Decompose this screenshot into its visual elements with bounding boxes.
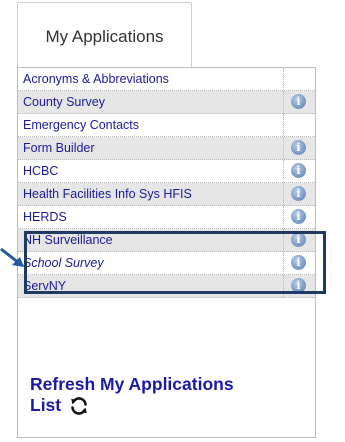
refresh-icon[interactable]: [69, 396, 89, 416]
application-row: HERDS i: [18, 206, 315, 229]
applications-panel: Acronyms & Abbreviations County Survey i Em…: [17, 67, 316, 438]
application-row: Emergency Contacts: [18, 114, 315, 137]
refresh-label-line1: Refresh My Applications: [30, 374, 234, 394]
application-name-cell: Health Facilities Info Sys HFIS: [18, 183, 284, 205]
tab-label: My Applications: [45, 27, 164, 46]
application-link[interactable]: Form Builder: [23, 141, 95, 155]
application-link[interactable]: HCBC: [23, 164, 58, 178]
application-name-cell: County Survey: [18, 91, 284, 113]
application-row: School Survey i: [18, 252, 315, 275]
refresh-applications-link[interactable]: Refresh My Applications List: [30, 374, 310, 416]
application-row: County Survey i: [18, 91, 315, 114]
info-icon[interactable]: i: [291, 186, 306, 201]
info-icon[interactable]: i: [291, 278, 306, 293]
application-name-cell: HCBC: [18, 160, 284, 182]
application-link[interactable]: Acronyms & Abbreviations: [23, 72, 169, 86]
application-row: NH Surveillance i: [18, 229, 315, 252]
refresh-label-line2: List: [30, 395, 62, 415]
application-name-cell: NH Surveillance: [18, 229, 284, 251]
application-link[interactable]: School Survey: [23, 256, 104, 270]
application-name-cell: School Survey: [18, 252, 284, 274]
tab-my-applications[interactable]: My Applications: [17, 2, 192, 68]
application-name-cell: Form Builder: [18, 137, 284, 159]
application-name-cell: HERDS: [18, 206, 284, 228]
application-link[interactable]: NH Surveillance: [23, 233, 113, 247]
my-applications-widget: My Applications Acronyms & Abbreviations…: [0, 0, 345, 442]
application-link[interactable]: ServNY: [23, 279, 66, 293]
info-icon[interactable]: i: [291, 140, 306, 155]
application-link[interactable]: HERDS: [23, 210, 67, 224]
application-link[interactable]: County Survey: [23, 95, 105, 109]
info-icon[interactable]: i: [291, 209, 306, 224]
application-name-cell: Emergency Contacts: [18, 114, 284, 136]
application-link[interactable]: Emergency Contacts: [23, 118, 139, 132]
application-row: ServNY i: [18, 275, 315, 298]
application-row: Health Facilities Info Sys HFIS i: [18, 183, 315, 206]
info-icon[interactable]: i: [291, 255, 306, 270]
application-row: Acronyms & Abbreviations: [18, 68, 315, 91]
application-row: Form Builder i: [18, 137, 315, 160]
info-icon[interactable]: i: [291, 163, 306, 178]
info-icon[interactable]: i: [291, 94, 306, 109]
info-icon[interactable]: i: [291, 232, 306, 247]
application-row: HCBC i: [18, 160, 315, 183]
application-name-cell: ServNY: [18, 275, 284, 297]
applications-list: Acronyms & Abbreviations County Survey i Em…: [18, 68, 315, 298]
application-link[interactable]: Health Facilities Info Sys HFIS: [23, 187, 192, 201]
application-name-cell: Acronyms & Abbreviations: [18, 68, 284, 90]
